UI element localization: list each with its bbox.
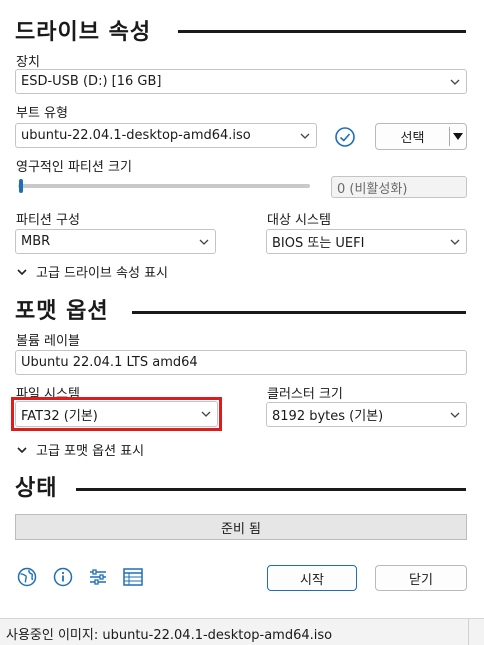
advanced-drive-label: 고급 드라이브 속성 표시	[36, 266, 168, 281]
target-system-dropdown[interactable]: BIOS 또는 UEFI	[266, 229, 467, 254]
persistent-slider-track[interactable]	[18, 184, 310, 188]
persistent-slider-thumb[interactable]	[19, 179, 23, 193]
chevron-down-icon	[450, 239, 460, 245]
advanced-drive-toggle[interactable]: 고급 드라이브 속성 표시	[16, 262, 168, 281]
persistent-size-field: 0 (비활성화)	[331, 176, 467, 198]
file-system-value: FAT32 (기본)	[21, 408, 98, 424]
volume-label-value: Ubuntu 22.04.1 LTS amd64	[21, 355, 198, 370]
chevron-down-icon	[199, 239, 209, 245]
section-divider	[76, 488, 466, 491]
select-image-button[interactable]: 선택	[375, 123, 467, 150]
chevron-down-icon	[300, 133, 310, 139]
dropdown-arrow-icon[interactable]	[450, 131, 466, 143]
progress-bar: 준비 됨	[15, 514, 467, 540]
log-table-icon[interactable]	[123, 568, 143, 586]
target-system-value: BIOS 또는 UEFI	[272, 236, 365, 251]
chevron-down-icon	[450, 412, 460, 418]
device-value: ESD-USB (D:) [16 GB]	[21, 74, 162, 89]
settings-sliders-icon[interactable]	[88, 567, 108, 587]
statusbar-separator	[468, 619, 469, 645]
boot-type-value: ubuntu-22.04.1-desktop-amd64.iso	[21, 128, 251, 143]
section-divider	[132, 311, 466, 314]
device-dropdown[interactable]: ESD-USB (D:) [16 GB]	[15, 69, 467, 94]
boot-type-label: 부트 유형	[16, 106, 68, 121]
partition-scheme-value: MBR	[21, 234, 51, 249]
target-system-label: 대상 시스템	[267, 213, 331, 228]
section-divider	[178, 30, 466, 33]
boot-type-dropdown[interactable]: ubuntu-22.04.1-desktop-amd64.iso	[15, 123, 317, 148]
format-options-title: 포맷 옵션	[15, 299, 109, 324]
drive-properties-title: 드라이브 속성	[15, 20, 152, 45]
info-icon[interactable]	[53, 567, 73, 587]
persistent-partition-label: 영구적인 파티션 크기	[16, 160, 132, 175]
partition-scheme-label: 파티션 구성	[16, 213, 80, 228]
device-label: 장치	[16, 55, 40, 70]
progress-status-text: 준비 됨	[220, 521, 261, 537]
advanced-format-label: 고급 포맷 옵션 표시	[36, 444, 145, 459]
cluster-size-label: 클러스터 크기	[267, 387, 343, 402]
chevron-down-icon	[450, 79, 460, 85]
chevron-down-icon	[201, 411, 211, 417]
volume-label-input[interactable]: Ubuntu 22.04.1 LTS amd64	[15, 350, 467, 375]
select-button-label: 선택	[400, 131, 425, 146]
close-button[interactable]: 닫기	[375, 565, 467, 591]
volume-label-label: 볼륨 레이블	[16, 334, 80, 349]
partition-scheme-dropdown[interactable]: MBR	[15, 229, 216, 254]
start-button-label: 시작	[300, 572, 324, 588]
chevron-down-icon	[17, 268, 27, 275]
persistent-size-value: 0 (비활성화)	[337, 181, 408, 197]
status-bar-text: 사용중인 이미지: ubuntu-22.04.1-desktop-amd64.i…	[6, 628, 333, 643]
close-button-label: 닫기	[409, 572, 433, 588]
language-globe-icon[interactable]	[17, 567, 37, 587]
check-hash-icon[interactable]	[334, 126, 356, 148]
advanced-format-toggle[interactable]: 고급 포맷 옵션 표시	[16, 440, 144, 459]
status-title: 상태	[15, 476, 58, 501]
cluster-size-value: 8192 bytes (기본)	[272, 409, 384, 424]
chevron-down-icon	[17, 446, 27, 453]
start-button[interactable]: 시작	[267, 565, 357, 591]
file-system-dropdown[interactable]: FAT32 (기본)	[15, 401, 218, 427]
cluster-size-dropdown[interactable]: 8192 bytes (기본)	[266, 402, 467, 427]
